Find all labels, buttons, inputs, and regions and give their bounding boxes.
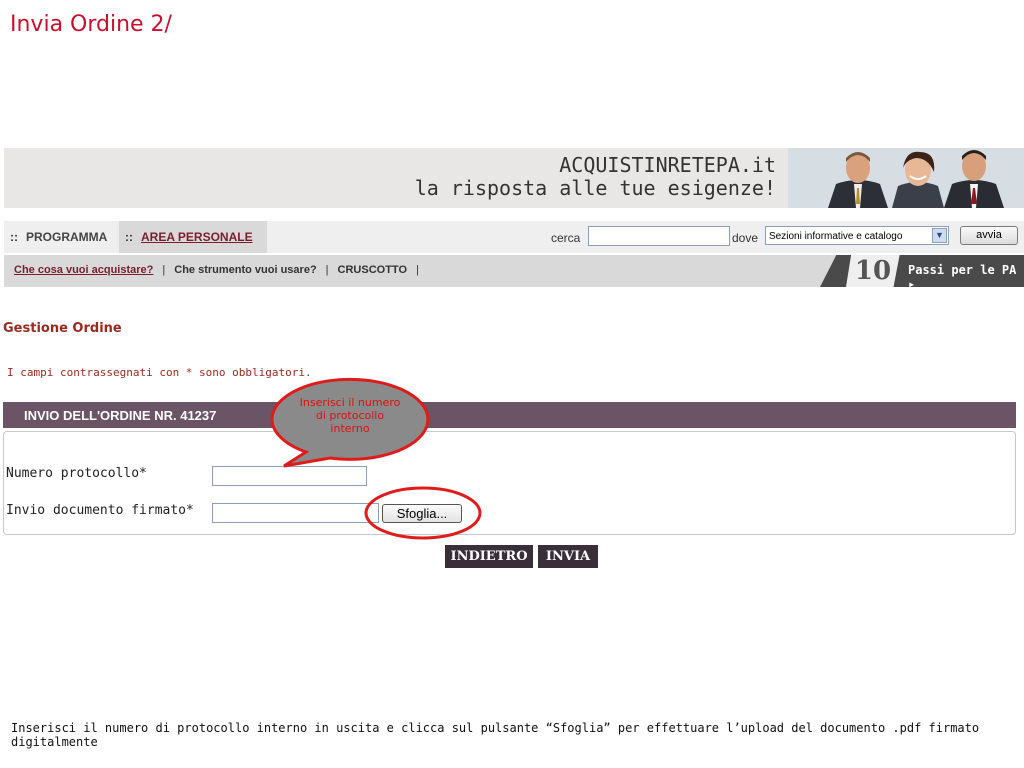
highlight-circle [364,486,482,540]
callout-text: Inserisci il numero di protocollo intern… [299,396,401,435]
instruction-note: Inserisci il numero di protocollo intern… [11,721,980,749]
annotation-layer [270,377,482,540]
